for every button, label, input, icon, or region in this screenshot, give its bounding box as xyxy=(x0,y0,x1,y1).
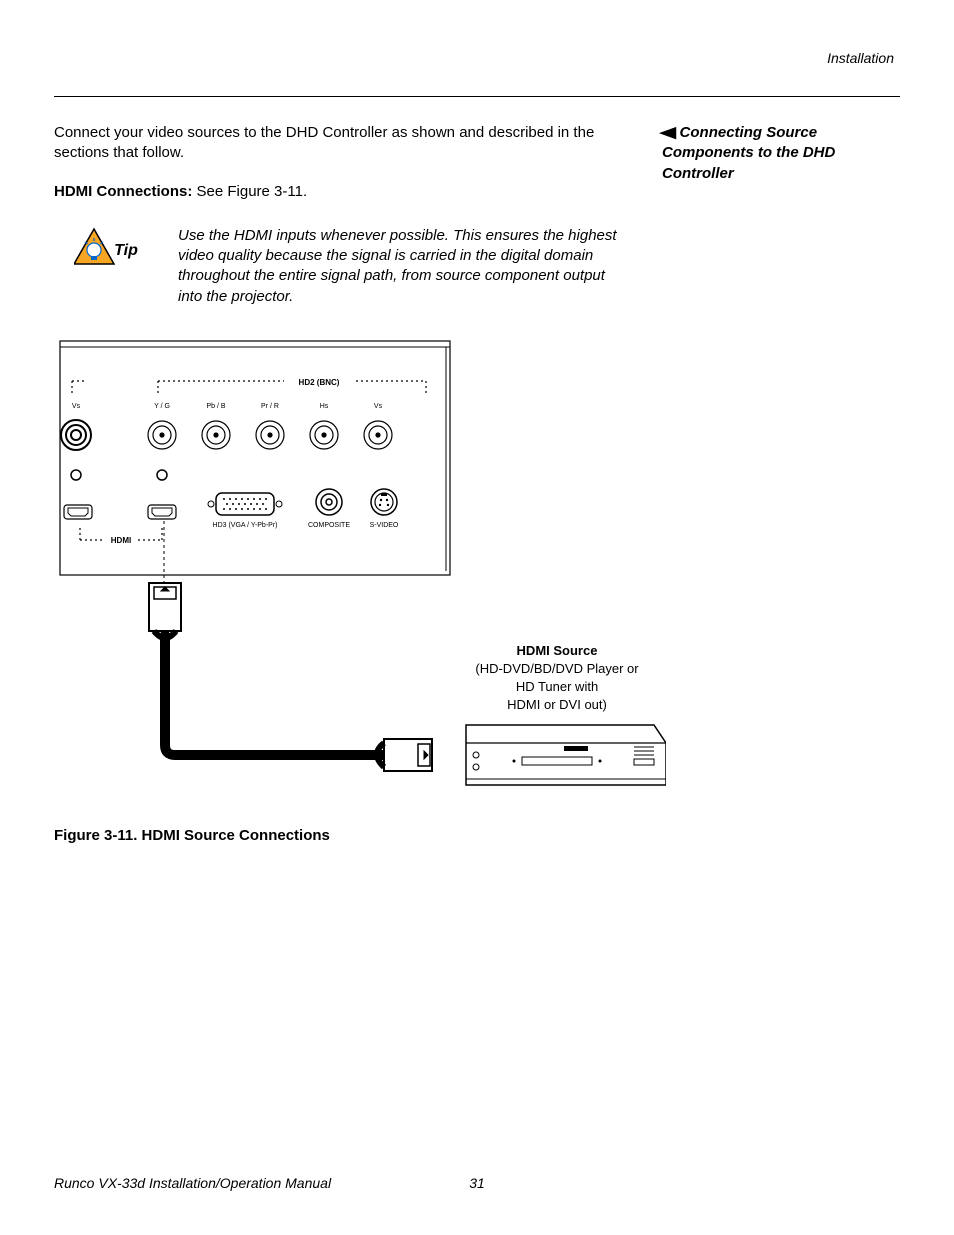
header-rule xyxy=(54,96,900,97)
composite-port xyxy=(316,489,342,515)
diag-svideo: S-VIDEO xyxy=(370,522,399,529)
side-heading: ◀Connecting Source Components to the DHD… xyxy=(662,123,872,184)
diag-hs: Hs xyxy=(320,403,329,410)
hdmi-connections-line: HDMI Connections: See Figure 3-11. xyxy=(54,182,624,202)
footer-page-number: 31 xyxy=(457,1175,497,1191)
vga-port xyxy=(208,493,282,515)
tip-label: Tip xyxy=(114,242,138,260)
diag-vs-2: Vs xyxy=(374,403,383,410)
side-l3: Controller xyxy=(662,165,734,182)
diag-hd3: HD3 (VGA / Y-Pb-Pr) xyxy=(213,522,278,529)
running-header: Installation xyxy=(54,50,900,66)
diag-composite: COMPOSITE xyxy=(308,522,350,529)
left-pointer-icon: ◀ xyxy=(660,123,676,143)
svideo-port xyxy=(371,489,397,515)
tip-icon-wrap: Tip xyxy=(54,226,154,290)
diag-src-l3: HDMI or DVI out) xyxy=(507,697,607,712)
diag-vs-1: Vs xyxy=(72,403,81,410)
hdmi-connector-top xyxy=(149,583,181,638)
diag-prr: Pr / R xyxy=(261,403,279,410)
hdmi-label: HDMI Connections: xyxy=(54,183,197,200)
hdmi-port-2 xyxy=(148,505,176,519)
bnc-solid xyxy=(61,420,91,450)
diag-src-l1: (HD-DVD/BD/DVD Player or xyxy=(475,661,639,676)
hdmi-port-1 xyxy=(64,505,92,519)
hdmi-connector-right xyxy=(377,739,432,771)
hdmi-rest: See Figure 3-11. xyxy=(197,183,308,200)
tip-text: Use the HDMI inputs whenever possible. T… xyxy=(178,226,624,307)
footer: Runco VX-33d Installation/Operation Manu… xyxy=(54,1175,900,1191)
connection-diagram: HD2 (BNC) Vs Y / G Pb / B Pr / R Hs Vs xyxy=(54,335,666,805)
main-column: Connect your video sources to the DHD Co… xyxy=(54,123,624,844)
diag-src-l2: HD Tuner with xyxy=(516,679,598,694)
figure-caption: Figure 3-11. HDMI Source Connections xyxy=(54,827,624,844)
side-column: ◀Connecting Source Components to the DHD… xyxy=(662,123,872,844)
footer-spacer xyxy=(497,1175,900,1191)
diag-pbb: Pb / B xyxy=(206,403,225,410)
diag-hd2-label: HD2 (BNC) xyxy=(299,378,340,387)
page: Installation Connect your video sources … xyxy=(0,0,954,1235)
source-device xyxy=(466,725,666,785)
diag-hdmi-label: HDMI xyxy=(111,536,131,545)
tip-block: Tip Use the HDMI inputs whenever possibl… xyxy=(54,226,624,307)
content-columns: Connect your video sources to the DHD Co… xyxy=(54,123,900,844)
diag-src-title: HDMI Source xyxy=(517,643,598,658)
diag-yg: Y / G xyxy=(154,403,170,410)
intro-paragraph: Connect your video sources to the DHD Co… xyxy=(54,123,624,164)
side-l1: Connecting Source xyxy=(680,124,818,141)
side-l2: Components to the DHD xyxy=(662,144,835,161)
footer-manual-title: Runco VX-33d Installation/Operation Manu… xyxy=(54,1175,457,1191)
